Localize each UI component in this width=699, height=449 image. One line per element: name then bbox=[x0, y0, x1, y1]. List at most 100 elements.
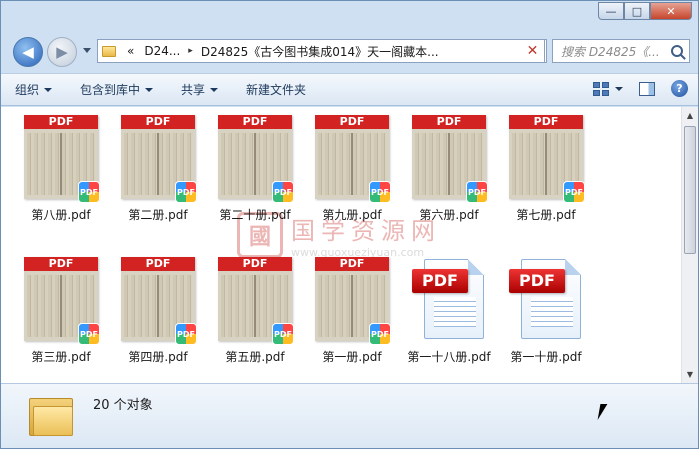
pdf-thumbnail: PDF PDF bbox=[315, 115, 391, 203]
pdf-banner: PDF bbox=[218, 115, 292, 129]
file-name: 第九册.pdf bbox=[322, 208, 382, 222]
pdf-app-badge-icon: PDF bbox=[272, 323, 294, 345]
new-folder-label: 新建文件夹 bbox=[246, 83, 307, 97]
close-button[interactable]: ✕ bbox=[650, 2, 692, 20]
address-bar[interactable]: « D24... ▸ D24825《古今图书集成014》天一阁藏本... ▼ bbox=[97, 39, 547, 63]
file-item[interactable]: PDF 第一十八册.pdf bbox=[401, 257, 497, 365]
scroll-up-icon[interactable]: ▲ bbox=[682, 107, 698, 124]
file-item[interactable]: PDF PDF 第九册.pdf bbox=[304, 115, 400, 223]
file-item[interactable]: PDF PDF 第三册.pdf bbox=[13, 257, 109, 365]
pdf-thumbnail: PDF PDF bbox=[509, 115, 585, 203]
back-button[interactable]: ◀ bbox=[13, 37, 43, 67]
pdf-thumbnail: PDF PDF bbox=[24, 257, 100, 345]
folder-icon bbox=[29, 394, 73, 436]
pdf-thumbnail: PDF PDF bbox=[218, 115, 294, 203]
file-item[interactable]: PDF PDF 第二十册.pdf bbox=[207, 115, 303, 223]
file-name: 第一十册.pdf bbox=[510, 350, 582, 364]
chevron-down-icon bbox=[44, 87, 53, 92]
pdf-banner: PDF bbox=[121, 257, 195, 271]
pdf-thumbnail: PDF PDF bbox=[218, 257, 294, 345]
file-item[interactable]: PDF PDF 第六册.pdf bbox=[401, 115, 497, 223]
pdf-file-icon: PDF bbox=[509, 257, 583, 341]
file-item[interactable]: PDF PDF 第八册.pdf bbox=[13, 115, 109, 223]
breadcrumb-item-current[interactable]: D24825《古今图书集成014》天一阁藏本... bbox=[196, 43, 444, 60]
file-item[interactable]: PDF PDF 第七册.pdf bbox=[498, 115, 594, 223]
explorer-window: — □ ✕ ◀ ▶ « D24... ▸ D24825《古今图书集成014》天一… bbox=[0, 0, 699, 449]
pdf-thumbnail: PDF PDF bbox=[412, 115, 488, 203]
file-item[interactable]: PDF PDF 第一册.pdf bbox=[304, 257, 400, 365]
forward-button[interactable]: ▶ bbox=[47, 37, 77, 67]
help-icon[interactable]: ? bbox=[671, 80, 688, 97]
scroll-thumb[interactable] bbox=[684, 126, 696, 254]
share-menu[interactable]: 共享 bbox=[167, 81, 232, 98]
file-name: 第四册.pdf bbox=[128, 350, 188, 364]
file-name: 第八册.pdf bbox=[31, 208, 91, 222]
pdf-banner: PDF bbox=[315, 115, 389, 129]
view-grid-icon bbox=[593, 81, 609, 96]
pdf-thumbnail: PDF PDF bbox=[315, 257, 391, 345]
clear-address-button[interactable]: ✕ bbox=[521, 39, 545, 63]
organize-label: 组织 bbox=[15, 83, 40, 97]
maximize-button[interactable]: □ bbox=[624, 2, 650, 20]
pdf-file-icon: PDF bbox=[412, 257, 486, 341]
pdf-thumbnail: PDF PDF bbox=[24, 115, 100, 203]
pdf-app-badge-icon: PDF bbox=[78, 323, 100, 345]
search-input[interactable]: 搜索 D24825《... bbox=[552, 39, 690, 63]
file-name: 第五册.pdf bbox=[225, 350, 285, 364]
file-item[interactable]: PDF 第一十册.pdf bbox=[498, 257, 594, 365]
pdf-app-badge-icon: PDF bbox=[175, 181, 197, 203]
forward-arrow-icon: ▶ bbox=[56, 43, 68, 61]
file-name: 第二册.pdf bbox=[128, 208, 188, 222]
organize-menu[interactable]: 组织 bbox=[1, 81, 66, 98]
file-name: 第一十八册.pdf bbox=[407, 350, 491, 364]
include-in-library-menu[interactable]: 包含到库中 bbox=[66, 81, 167, 98]
preview-pane-icon[interactable] bbox=[639, 81, 655, 96]
details-pane: 20 个对象 bbox=[1, 383, 698, 448]
recent-pages-dropdown[interactable] bbox=[83, 48, 91, 53]
view-controls: ? bbox=[593, 80, 688, 97]
include-library-label: 包含到库中 bbox=[80, 83, 141, 97]
pdf-banner: PDF bbox=[315, 257, 389, 271]
pdf-banner: PDF bbox=[412, 115, 486, 129]
breadcrumb-item[interactable]: D24... bbox=[139, 44, 185, 58]
file-name: 第二十册.pdf bbox=[219, 208, 291, 222]
pdf-banner: PDF bbox=[24, 115, 98, 129]
pdf-app-badge-icon: PDF bbox=[78, 181, 100, 203]
file-name: 第七册.pdf bbox=[516, 208, 576, 222]
command-bar: 组织 包含到库中 共享 新建文件夹 ? bbox=[1, 73, 698, 106]
item-count: 20 个对象 bbox=[93, 398, 153, 413]
new-folder-button[interactable]: 新建文件夹 bbox=[232, 81, 320, 98]
pdf-banner: PDF bbox=[509, 115, 583, 129]
address-row: ◀ ▶ « D24... ▸ D24825《古今图书集成014》天一阁藏本...… bbox=[1, 33, 698, 67]
minimize-button[interactable]: — bbox=[598, 2, 624, 20]
pdf-app-badge-icon: PDF bbox=[563, 181, 585, 203]
pdf-label: PDF bbox=[412, 269, 468, 293]
pdf-banner: PDF bbox=[121, 115, 195, 129]
pdf-app-badge-icon: PDF bbox=[466, 181, 488, 203]
chevron-down-icon bbox=[145, 87, 154, 92]
back-arrow-icon: ◀ bbox=[22, 43, 34, 61]
breadcrumb-separator-icon[interactable]: ▸ bbox=[185, 46, 196, 56]
file-name: 第六册.pdf bbox=[419, 208, 479, 222]
pdf-app-badge-icon: PDF bbox=[369, 323, 391, 345]
file-item[interactable]: PDF PDF 第二册.pdf bbox=[110, 115, 206, 223]
pdf-label: PDF bbox=[509, 269, 565, 293]
window-controls: — □ ✕ bbox=[598, 2, 692, 20]
pdf-app-badge-icon: PDF bbox=[272, 181, 294, 203]
breadcrumb-overflow[interactable]: « bbox=[122, 44, 139, 58]
file-item[interactable]: PDF PDF 第四册.pdf bbox=[110, 257, 206, 365]
vertical-scrollbar[interactable]: ▲ ▼ bbox=[681, 107, 698, 383]
change-view-button[interactable] bbox=[593, 81, 623, 96]
pdf-app-badge-icon: PDF bbox=[175, 323, 197, 345]
pdf-thumbnail: PDF PDF bbox=[121, 257, 197, 345]
scroll-down-icon[interactable]: ▼ bbox=[682, 366, 698, 383]
search-icon[interactable] bbox=[671, 45, 683, 57]
share-label: 共享 bbox=[181, 83, 206, 97]
file-name: 第三册.pdf bbox=[31, 350, 91, 364]
file-list[interactable]: 國 国学资源网 www.guoxueziyuan.com PDF PDF 第八册.p… bbox=[1, 107, 681, 383]
chevron-down-icon bbox=[210, 87, 219, 92]
folder-icon bbox=[102, 45, 116, 57]
file-item[interactable]: PDF PDF 第五册.pdf bbox=[207, 257, 303, 365]
pdf-banner: PDF bbox=[218, 257, 292, 271]
search-placeholder: 搜索 D24825《... bbox=[561, 44, 660, 59]
